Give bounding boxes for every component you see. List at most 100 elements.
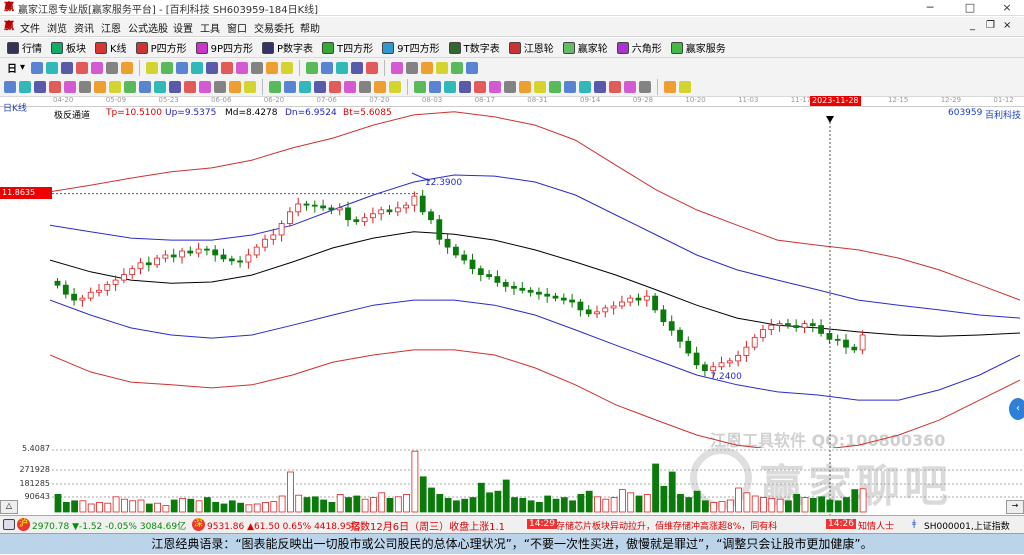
candle[interactable]	[768, 318, 775, 335]
candle[interactable]	[619, 295, 625, 310]
chart-style-icon[interactable]	[31, 61, 44, 74]
line-icon[interactable]	[336, 61, 349, 74]
fan-icon[interactable]	[139, 80, 151, 93]
zoom6-icon[interactable]	[281, 61, 294, 74]
toolbar-button-p-table[interactable]: P数字表	[259, 39, 316, 56]
circle-icon[interactable]	[109, 80, 121, 93]
candle[interactable]	[801, 320, 808, 334]
gann2-icon[interactable]	[49, 80, 61, 93]
candle[interactable]	[544, 287, 551, 303]
toolbar-button-dollar[interactable]: 赢家服务	[668, 39, 729, 56]
inner-restore-button[interactable]: ❐	[986, 20, 995, 31]
candle[interactable]	[660, 305, 667, 326]
gann1-icon[interactable]	[34, 80, 46, 93]
candle[interactable]	[386, 205, 393, 215]
menu-trade[interactable]: 交易委托	[254, 20, 294, 35]
menu-settings[interactable]: 设置	[173, 20, 193, 35]
draw-down-icon[interactable]	[76, 61, 89, 74]
candle[interactable]	[121, 268, 127, 284]
pen2-icon[interactable]	[94, 80, 106, 93]
candle[interactable]	[702, 361, 708, 377]
hand-icon[interactable]	[306, 61, 319, 74]
toolbar-button-9p-square[interactable]: 9P四方形	[193, 39, 256, 56]
sh-index-quote[interactable]: 2970.78 ▼-1.52 -0.05% 3084.69亿	[32, 519, 186, 532]
candle[interactable]	[751, 334, 758, 351]
candle[interactable]	[569, 293, 575, 308]
zoom3-icon[interactable]	[236, 61, 249, 74]
candle[interactable]	[262, 234, 268, 252]
close-button[interactable]: ×	[992, 0, 1022, 16]
candle[interactable]	[718, 356, 725, 370]
fib2-icon[interactable]	[244, 80, 256, 93]
candle[interactable]	[394, 201, 401, 217]
rect-icon[interactable]	[299, 80, 311, 93]
prev-icon[interactable]	[176, 61, 189, 74]
candle[interactable]	[179, 247, 185, 264]
yin-yang-icon[interactable]	[664, 80, 676, 93]
candle[interactable]	[96, 284, 102, 297]
calculator-icon[interactable]	[406, 61, 419, 74]
candle[interactable]	[336, 203, 343, 216]
fan2-icon[interactable]	[314, 80, 326, 93]
fan4-icon[interactable]	[344, 80, 356, 93]
mark3-icon[interactable]	[534, 80, 546, 93]
grid-icon[interactable]	[3, 519, 15, 530]
candle[interactable]	[643, 289, 650, 307]
candle[interactable]	[253, 243, 260, 259]
toolbar-button-hexagon[interactable]: 六角形	[614, 39, 665, 56]
coin-icon[interactable]	[504, 80, 516, 93]
candle[interactable]	[286, 207, 293, 227]
fib1-icon[interactable]	[229, 80, 241, 93]
candle[interactable]	[87, 287, 94, 302]
menu-window[interactable]: 窗口	[227, 20, 247, 35]
candle[interactable]	[685, 336, 692, 357]
toolbar-button-candles[interactable]: K线	[92, 39, 130, 56]
candle[interactable]	[726, 357, 733, 368]
candle[interactable]	[378, 206, 385, 221]
candle[interactable]	[71, 287, 77, 306]
menu-news[interactable]: 资讯	[74, 20, 94, 35]
menu-file[interactable]: 文件	[20, 20, 40, 35]
candle[interactable]	[627, 294, 634, 307]
crosshair-icon[interactable]	[321, 61, 334, 74]
toolbar-button-winner-wheel[interactable]: 赢家轮	[560, 39, 611, 56]
percent-icon[interactable]	[474, 80, 486, 93]
candle[interactable]	[278, 220, 285, 242]
candle[interactable]	[519, 282, 526, 294]
box-icon[interactable]	[199, 80, 211, 93]
mark1-icon[interactable]	[489, 80, 501, 93]
candle[interactable]	[585, 305, 592, 317]
grid1-icon[interactable]	[19, 80, 31, 93]
mark9-icon[interactable]	[624, 80, 636, 93]
v-icon[interactable]	[374, 80, 386, 93]
toolbar-button-grid[interactable]: 行情	[4, 39, 45, 56]
toolbar-button-t-table[interactable]: T数字表	[446, 39, 503, 56]
candle[interactable]	[104, 281, 111, 296]
angle-icon[interactable]	[154, 80, 166, 93]
target-icon[interactable]	[169, 80, 181, 93]
candle[interactable]	[743, 340, 750, 363]
side-panel-toggle-button[interactable]: ‹	[1009, 398, 1024, 420]
toolbar-button-t-square[interactable]: T四方形	[319, 39, 376, 56]
candle[interactable]	[129, 265, 136, 279]
angle2-icon[interactable]	[359, 80, 371, 93]
mark2-icon[interactable]	[519, 80, 531, 93]
inner-close-button[interactable]: ×	[1003, 20, 1011, 31]
period-select[interactable]: 日 ▾	[4, 59, 28, 76]
candle[interactable]	[452, 243, 459, 259]
candle[interactable]	[270, 228, 277, 245]
candle[interactable]	[793, 319, 800, 332]
candle[interactable]	[444, 233, 451, 254]
candle[interactable]	[320, 199, 327, 212]
candle[interactable]	[635, 293, 642, 306]
news-item[interactable]: 知情人士	[858, 519, 894, 532]
sz-index-quote[interactable]: 9531.86 ▲61.50 0.65% 4418.95亿	[207, 519, 360, 532]
candle[interactable]	[411, 191, 418, 212]
connect-icon[interactable]	[466, 61, 479, 74]
candle[interactable]	[361, 213, 368, 226]
grid4-icon[interactable]	[414, 80, 426, 93]
zoom4-icon[interactable]	[251, 61, 264, 74]
candle[interactable]	[486, 269, 493, 280]
candle[interactable]	[303, 200, 310, 211]
toolbar-button-blocks[interactable]: 板块	[48, 39, 89, 56]
